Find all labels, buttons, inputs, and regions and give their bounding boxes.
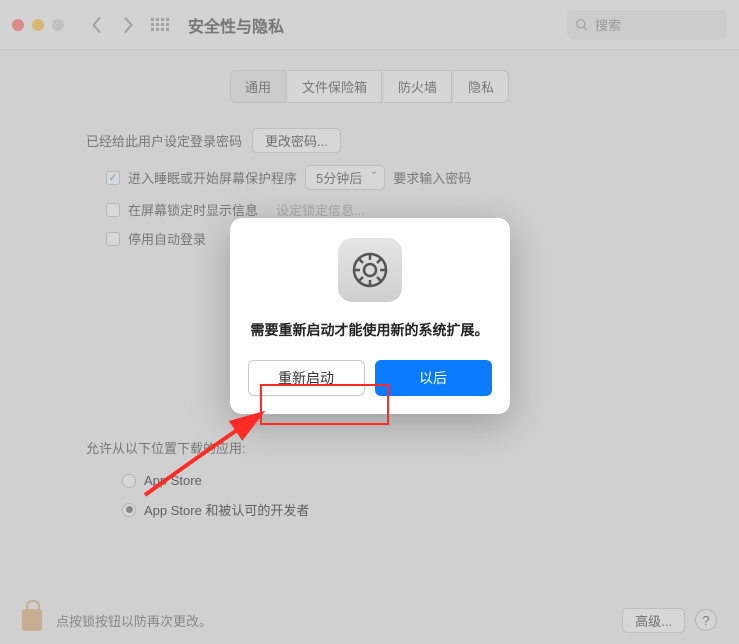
restart-button[interactable]: 重新启动 [248,360,365,396]
later-button[interactable]: 以后 [375,360,492,396]
restart-modal: 需要重新启动才能使用新的系统扩展。 重新启动 以后 [230,218,510,414]
modal-message: 需要重新启动才能使用新的系统扩展。 [248,320,492,340]
system-preferences-icon [338,238,402,302]
